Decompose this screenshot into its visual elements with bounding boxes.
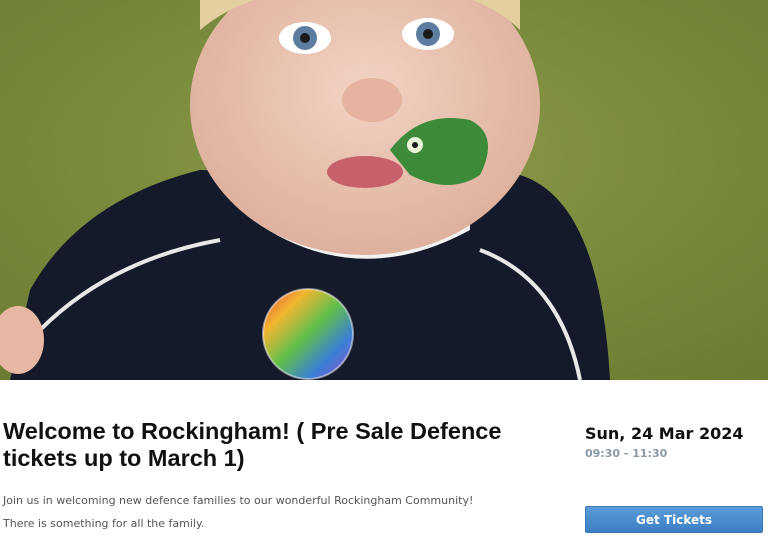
get-tickets-button[interactable]: Get Tickets <box>585 506 763 533</box>
event-hero-image <box>0 0 768 380</box>
hero-photo <box>0 0 768 380</box>
event-description-line-2: There is something for all the family. <box>3 517 205 530</box>
event-description-line-1: Join us in welcoming new defence familie… <box>3 494 474 507</box>
event-title: Welcome to Rockingham! ( Pre Sale Defenc… <box>3 418 502 471</box>
event-date: Sun, 24 Mar 2024 <box>585 424 744 443</box>
event-time: 09:30 - 11:30 <box>585 447 668 460</box>
